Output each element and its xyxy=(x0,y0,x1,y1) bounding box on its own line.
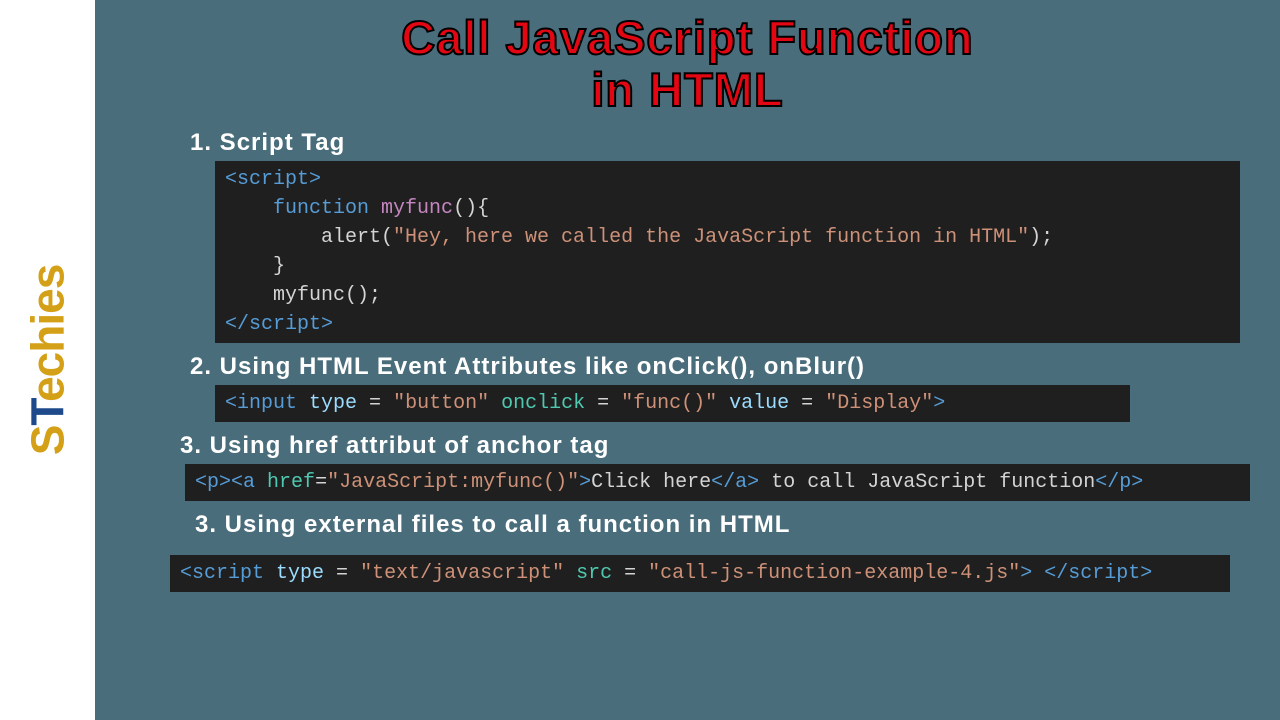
code-external-files: <script type = "text/javascript" src = "… xyxy=(170,555,1230,592)
logo: STechies xyxy=(21,265,75,456)
code-href-anchor: <p><a href="JavaScript:myfunc()">Click h… xyxy=(185,464,1250,501)
heading-script-tag: 1. Script Tag xyxy=(190,129,1260,157)
sidebar: STechies xyxy=(0,0,95,720)
title-line-2: in HTML xyxy=(591,63,783,116)
title-line-1: Call JavaScript Function xyxy=(401,11,973,64)
code-script-tag: <script> function myfunc(){ alert("Hey, … xyxy=(215,161,1240,343)
code-event-attributes: <input type = "button" onclick = "func()… xyxy=(215,385,1130,422)
heading-event-attributes: 2. Using HTML Event Attributes like onCl… xyxy=(190,353,1260,381)
page-title: Call JavaScript Function in HTML xyxy=(115,12,1260,115)
heading-href-anchor: 3. Using href attribut of anchor tag xyxy=(180,432,1260,460)
main-content: Call JavaScript Function in HTML 1. Scri… xyxy=(95,0,1280,720)
heading-external-files: 3. Using external files to call a functi… xyxy=(195,511,1260,539)
